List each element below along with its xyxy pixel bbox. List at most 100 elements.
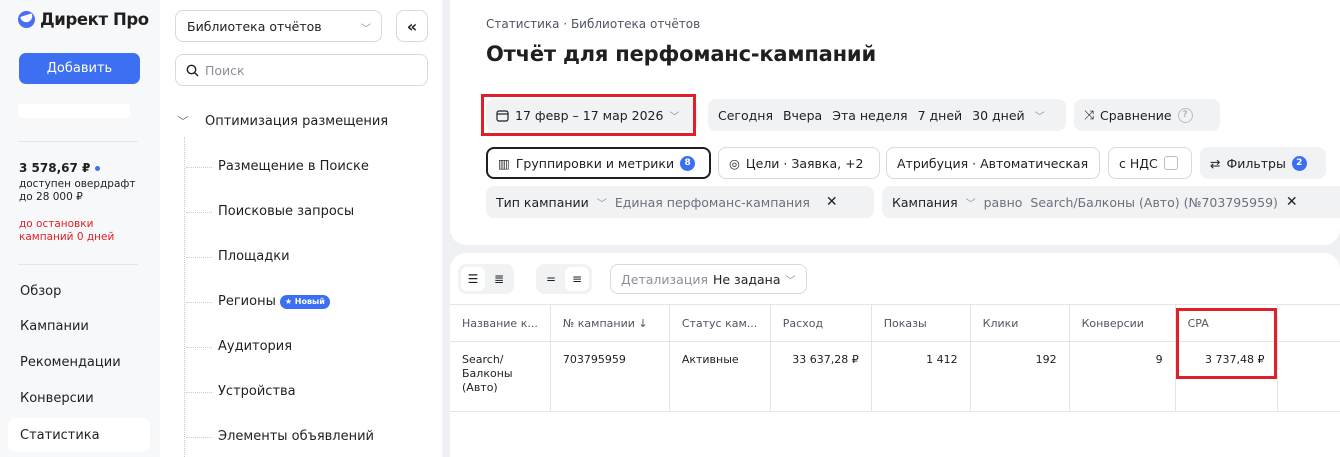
report-label: Поисковые запросы: [218, 204, 355, 219]
divider: [18, 264, 138, 265]
vat-label: с НДС: [1119, 155, 1158, 171]
line-spacing-toggle: = ≡: [536, 264, 592, 294]
stop-warning: до остановки кампаний 0 дней: [19, 218, 149, 244]
nav-recommendations[interactable]: Рекомендации: [20, 355, 121, 370]
logo-text: Директ Про: [40, 10, 149, 29]
chevron-down-icon: ﹀: [785, 275, 796, 287]
chevron-down-icon: ﹀: [596, 198, 607, 210]
stop-line-1: до остановки: [19, 218, 94, 230]
logo[interactable]: Директ Про: [18, 10, 149, 29]
nav-overview[interactable]: Обзор: [20, 284, 61, 299]
compare-button[interactable]: ⤨ Сравнение ?: [1074, 99, 1220, 131]
col-impressions[interactable]: Показы: [871, 304, 971, 342]
left-sidebar: Директ Про Добавить 3 578,67 ₽ доступен …: [0, 0, 160, 457]
chevron-down-icon: ﹀: [965, 198, 976, 210]
shuffle-icon: ⤨: [1084, 107, 1095, 122]
cell-campaign-id[interactable]: 703795959: [550, 341, 670, 412]
search-placeholder: Поиск: [205, 62, 245, 78]
filter-field-label: Кампания: [892, 194, 958, 210]
close-icon[interactable]: ✕: [826, 194, 838, 210]
report-search-placement[interactable]: Размещение в Поиске: [186, 159, 369, 174]
balance-dot-icon: [95, 166, 101, 171]
highlight-box-cpa: [1176, 308, 1277, 379]
account-balance[interactable]: 3 578,67 ₽: [19, 161, 101, 175]
tree-guide: [184, 137, 185, 457]
group-label: Оптимизация размещения: [205, 113, 389, 129]
cell-empty: [1277, 341, 1340, 412]
nav-campaigns[interactable]: Кампании: [20, 319, 89, 334]
overdraft-info: доступен овердрафт до 28 000 ₽: [19, 178, 149, 204]
date-presets: Сегодня Вчера Эта неделя 7 дней 30 дней …: [708, 99, 1066, 131]
report-library-panel: Библиотека отчётов ﹀ « Поиск ﹀ Оптимизац…: [160, 0, 442, 457]
new-badge: ★ Новый: [279, 294, 330, 309]
report-devices[interactable]: Устройства: [186, 384, 296, 399]
col-name[interactable]: Название к...: [450, 304, 551, 342]
report-label: Площадки: [218, 249, 290, 264]
col-conversions[interactable]: Конверсии: [1069, 304, 1176, 342]
library-select-label: Библиотека отчётов: [187, 18, 322, 34]
filter-campaign[interactable]: Кампания ﹀ равно Search/Балконы (Авто) (…: [882, 186, 1340, 218]
vat-checkbox[interactable]: [1163, 156, 1178, 170]
add-button[interactable]: Добавить: [19, 53, 140, 84]
groupings-metrics-button[interactable]: ▥ Группировки и метрики 8: [486, 147, 711, 179]
library-search-input[interactable]: Поиск: [175, 54, 428, 86]
preset-yesterday[interactable]: Вчера: [783, 108, 822, 123]
vat-toggle[interactable]: с НДС: [1108, 147, 1192, 179]
report-ad-elements[interactable]: Элементы объявлений: [186, 429, 374, 444]
divider: [18, 141, 138, 142]
cell-name[interactable]: Search/ Балконы (Авто): [450, 341, 551, 412]
report-sites[interactable]: Площадки: [186, 249, 290, 264]
filters-button[interactable]: ⇄ Фильтры 2: [1200, 147, 1326, 179]
preset-this-week[interactable]: Эта неделя: [832, 108, 907, 123]
breadcrumb[interactable]: Статистика · Библиотека отчётов: [486, 17, 700, 31]
help-icon[interactable]: ?: [1177, 107, 1193, 123]
goals-button[interactable]: ◎ Цели · Заявка, +2: [718, 147, 880, 179]
col-status[interactable]: Статус кам...: [669, 304, 771, 342]
main-content: Статистика · Библиотека отчётов Отчёт дл…: [450, 0, 1340, 457]
filter-operator: равно: [983, 194, 1023, 210]
nav-statistics[interactable]: Статистика: [8, 418, 150, 452]
chevron-down-icon: ﹀: [177, 115, 189, 128]
filters-label: Фильтры: [1226, 155, 1286, 171]
preset-7-days[interactable]: 7 дней: [918, 108, 963, 123]
col-clicks[interactable]: Клики: [970, 304, 1070, 342]
detail-select[interactable]: Детализация Не задана ﹀: [610, 264, 807, 294]
report-settings-card: Статистика · Библиотека отчётов Отчёт дл…: [450, 0, 1340, 245]
close-icon[interactable]: ✕: [1286, 194, 1298, 210]
collapse-panel-button[interactable]: «: [396, 10, 428, 42]
overdraft-line-2: до 28 000 ₽: [19, 191, 83, 203]
chevron-down-icon: ﹀: [361, 24, 371, 35]
attribution-label: Атрибуция · Автоматическая: [897, 155, 1089, 171]
list-icon[interactable]: ☰: [461, 267, 485, 291]
report-regions[interactable]: Регионы ★ Новый: [186, 294, 330, 309]
filters-count-badge: 2: [1291, 155, 1307, 171]
target-icon: ◎: [729, 155, 740, 171]
highlight-box-date: [481, 94, 696, 136]
filter-campaign-type[interactable]: Тип кампании ﹀ Единая перфоманс-кампания…: [486, 186, 874, 218]
equals-icon[interactable]: =: [539, 267, 563, 291]
nav-conversions[interactable]: Конверсии: [20, 391, 94, 406]
col-campaign-id[interactable]: № кампании ↓: [550, 304, 670, 342]
stop-line-2: кампаний 0 дней: [19, 231, 115, 243]
preset-30-days[interactable]: 30 дней: [972, 108, 1025, 123]
col-empty: [1277, 304, 1340, 342]
report-label: Аудитория: [218, 339, 293, 354]
report-label: Устройства: [218, 384, 296, 399]
overdraft-line-1: доступен овердрафт: [19, 178, 136, 190]
menu-icon[interactable]: ≡: [565, 267, 589, 291]
library-select[interactable]: Библиотека отчётов ﹀: [175, 10, 382, 42]
report-audience[interactable]: Аудитория: [185, 339, 293, 354]
compare-label: Сравнение: [1100, 107, 1172, 123]
cell-status: Активные: [669, 341, 771, 412]
group-optimization[interactable]: ﹀ Оптимизация размещения: [175, 113, 389, 129]
list-compact-icon[interactable]: ≣: [487, 267, 511, 291]
report-search-queries[interactable]: Поисковые запросы: [185, 204, 355, 219]
search-icon: [186, 64, 199, 76]
filter-value: Search/Балконы (Авто) (№703795959): [1030, 194, 1278, 210]
preset-today[interactable]: Сегодня: [718, 108, 773, 123]
cell-clicks: 192: [970, 341, 1070, 412]
col-spend[interactable]: Расход: [770, 304, 872, 342]
goals-label: Цели · Заявка, +2: [745, 155, 864, 171]
attribution-button[interactable]: Атрибуция · Автоматическая: [886, 147, 1100, 179]
chevron-down-icon[interactable]: ﹀: [1035, 108, 1045, 123]
